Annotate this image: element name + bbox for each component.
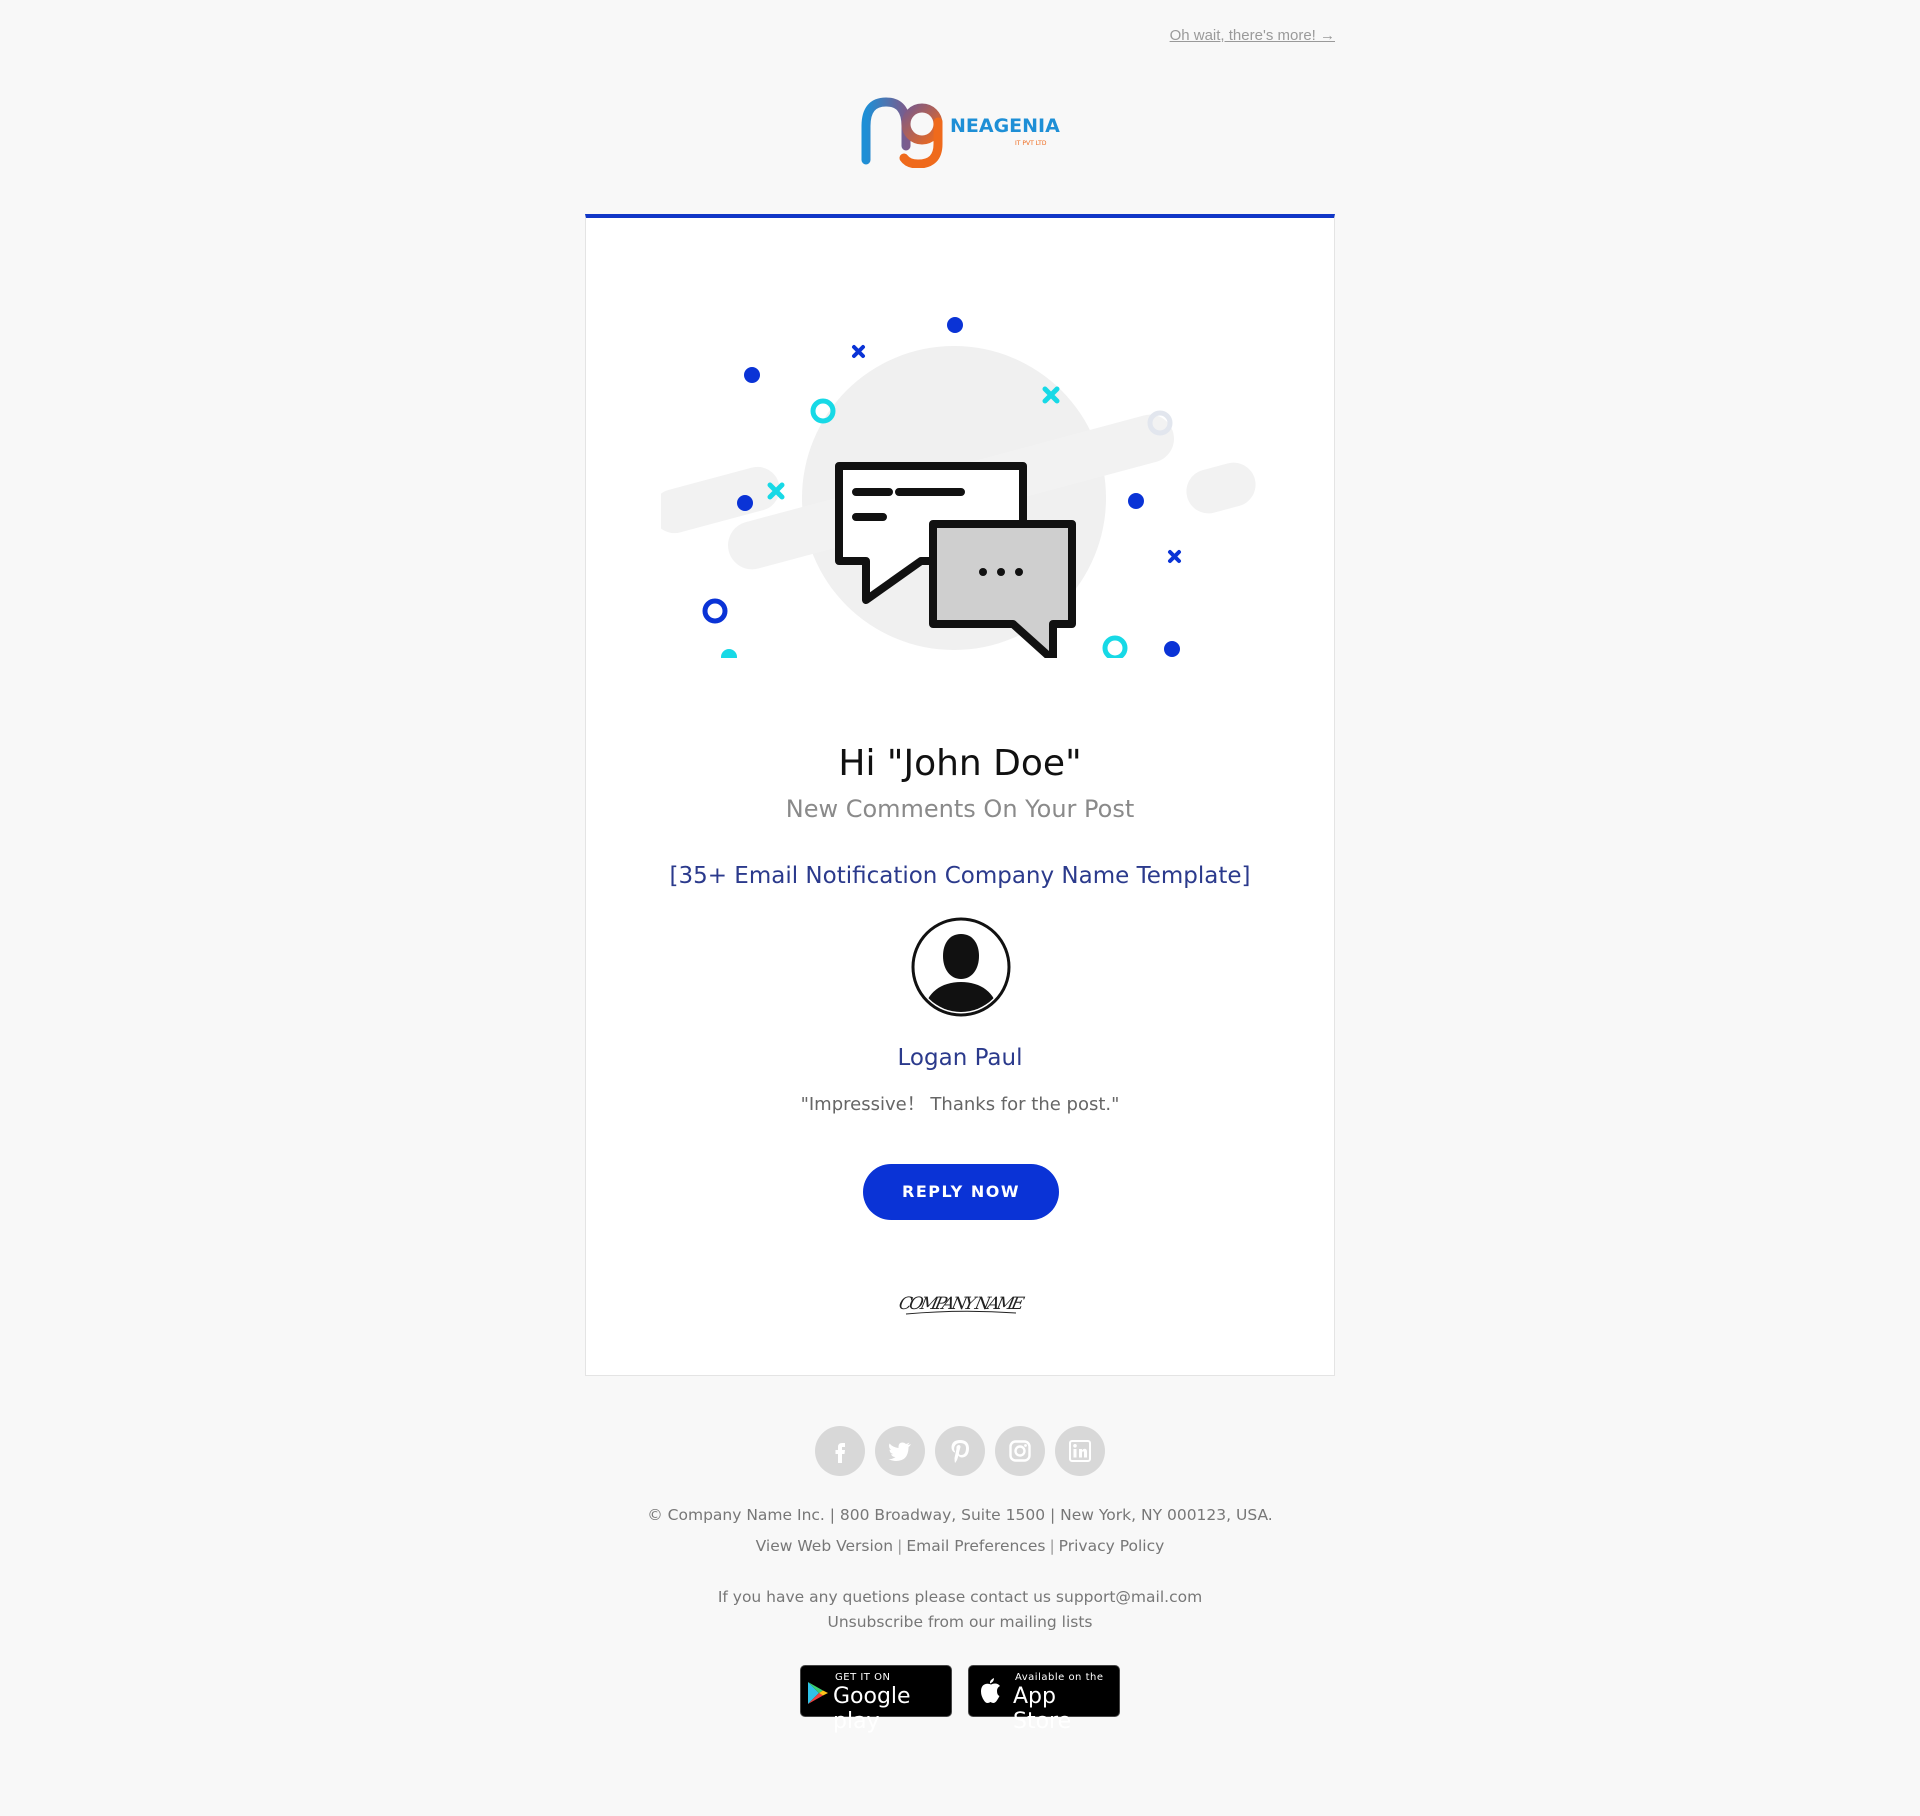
apple-badge-big: App Store: [1013, 1684, 1072, 1734]
google-badge-small: GET IT ON: [835, 1672, 891, 1683]
post-title-link[interactable]: [35+ Email Notification Company Name Tem…: [586, 863, 1334, 889]
avatar: [911, 917, 1011, 1017]
google-badge-big: Google play: [833, 1684, 911, 1734]
logo-sub: IT PVT LTD: [1015, 140, 1047, 147]
apple-badge-small: Available on the: [1015, 1672, 1104, 1683]
more-link[interactable]: Oh wait, there's more! →: [1170, 27, 1335, 44]
google-play-icon: [808, 1682, 828, 1704]
google-play-badge[interactable]: GET IT ON Google play: [800, 1665, 952, 1734]
pinterest-icon[interactable]: [935, 1426, 985, 1476]
apple-icon: [981, 1678, 1000, 1703]
comments-illustration: [661, 317, 1256, 658]
footer-address: © Company Name Inc. | 800 Broadway, Suit…: [647, 1506, 1273, 1524]
unsubscribe-link[interactable]: Unsubscribe from our mailing lists: [0, 1613, 1920, 1631]
facebook-icon[interactable]: [815, 1426, 865, 1476]
commenter-name: Logan Paul: [897, 1045, 1023, 1071]
notification-card: Hi "John Doe" New Comments On Your Post …: [585, 214, 1335, 1376]
contact-text: If you have any quetions please contact …: [717, 1588, 1203, 1606]
email-page: Oh wait, there's more! → NEAGENIA IT PVT…: [0, 0, 1920, 1816]
greeting-heading: Hi "John Doe": [838, 743, 1082, 784]
logo-name: NEAGENIA: [950, 115, 1060, 137]
linkedin-icon[interactable]: [1055, 1426, 1105, 1476]
notification-subtitle: New Comments On Your Post: [785, 795, 1135, 823]
reply-now-button[interactable]: REPLY NOW: [863, 1164, 1059, 1220]
email-preferences-link[interactable]: Email Preferences: [906, 1537, 1045, 1555]
twitter-icon[interactable]: [875, 1426, 925, 1476]
privacy-policy-link[interactable]: Privacy Policy: [1059, 1537, 1165, 1555]
view-web-version-link[interactable]: View Web Version: [756, 1537, 893, 1555]
company-signature: COMPANY NAME: [897, 1294, 1027, 1315]
comment-text: "Impressive！ Thanks for the post.": [800, 1094, 1120, 1115]
app-store-badge[interactable]: Available on the App Store: [968, 1665, 1120, 1734]
company-logo: NEAGENIA IT PVT LTD: [860, 96, 1060, 168]
instagram-icon[interactable]: [995, 1426, 1045, 1476]
footer-links: View Web Version | Email Preferences | Priva…: [755, 1537, 1165, 1555]
social-links: [815, 1426, 1105, 1476]
app-store-badges: GET IT ON Google play Available on the A…: [800, 1665, 1120, 1734]
